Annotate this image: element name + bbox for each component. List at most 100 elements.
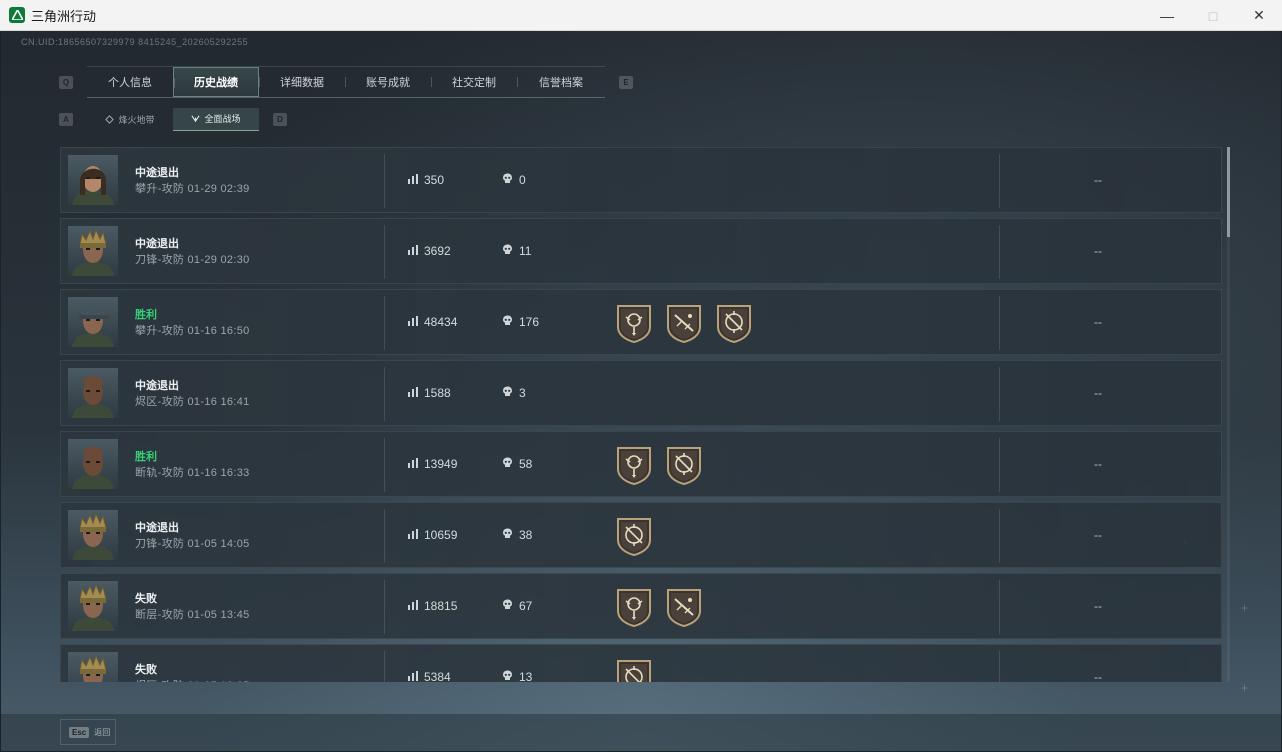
match-result: 中途退出 (135, 238, 179, 250)
window-titlebar: 三角洲行动 — □ ✕ (0, 0, 1282, 31)
eagle-medal-icon[interactable] (615, 303, 653, 348)
score-value: 18815 (424, 599, 458, 613)
match-history-list[interactable]: 中途退出 攀升-攻防 01-29 02:39 350 0 -- 中途退出 刀锋-攻防 01-… (60, 147, 1224, 682)
match-kills: 58 (502, 457, 532, 471)
score-icon (408, 173, 419, 187)
hazard-mode-icon (105, 114, 115, 124)
match-extra-value: -- (1094, 244, 1102, 258)
kills-value: 0 (519, 173, 526, 187)
maximize-button[interactable]: □ (1190, 0, 1236, 31)
match-kills: 38 (502, 528, 532, 542)
score-value: 48434 (424, 315, 458, 329)
row-divider (999, 580, 1000, 634)
tab-match-history[interactable]: 历史战绩 (173, 67, 259, 97)
row-divider (999, 225, 1000, 279)
match-result: 失败 (135, 664, 157, 676)
window-title: 三角洲行动 (31, 8, 97, 24)
skull-icon (502, 244, 513, 258)
match-score: 5384 (408, 670, 451, 682)
rifle-medal-icon[interactable] (665, 587, 703, 632)
match-row[interactable]: 失败 断层-攻防 01-05 13:45 18815 67 -- (60, 573, 1222, 639)
crosshair-medal-icon[interactable] (715, 303, 753, 348)
score-value: 5384 (424, 670, 451, 682)
plus-decoration-icon: + (1241, 681, 1249, 695)
row-divider (384, 154, 385, 208)
kills-value: 13 (519, 670, 533, 682)
match-result: 胜利 (135, 309, 157, 321)
mode-tab-bar: A 烽火地带 全面战场 D (59, 107, 287, 131)
tab-hazard-ops-label: 烽火地带 (118, 114, 155, 125)
tab-warfare[interactable]: 全面战场 (173, 107, 259, 131)
crosshair-medal-icon[interactable] (615, 516, 653, 561)
back-button[interactable]: Esc 返回 (60, 719, 116, 745)
tab-reputation[interactable]: 信誉档案 (517, 67, 605, 97)
match-extra-value: -- (1094, 315, 1102, 329)
row-divider (999, 367, 1000, 421)
match-extra-value: -- (1094, 528, 1102, 542)
match-row[interactable]: 中途退出 刀锋-攻防 01-29 02:30 3692 11 -- (60, 218, 1222, 284)
crosshair-medal-icon[interactable] (665, 445, 703, 490)
score-value: 13949 (424, 457, 458, 471)
kills-value: 3 (519, 386, 526, 400)
match-score: 3692 (408, 244, 451, 258)
user-uid: CN.UID:18656507329979 8415245_2026052922… (21, 37, 249, 47)
operator-avatar (68, 226, 118, 276)
match-extra-value: -- (1094, 173, 1102, 187)
row-divider (999, 438, 1000, 492)
match-medals (615, 445, 703, 490)
skull-icon (502, 457, 513, 471)
minimize-button[interactable]: — (1144, 0, 1190, 31)
match-row[interactable]: 中途退出 刀锋-攻防 01-05 14:05 10659 38 -- (60, 502, 1222, 568)
tab-warfare-label: 全面战场 (204, 114, 241, 124)
match-row[interactable]: 失败烬区-攻防 01-05 13:25 5384 13 -- (60, 644, 1222, 682)
score-icon (408, 457, 419, 471)
match-medals (615, 658, 653, 682)
score-icon (408, 315, 419, 329)
skull-icon (502, 670, 513, 682)
match-row[interactable]: 胜利 断轨-攻防 01-16 16:33 13949 58 -- (60, 431, 1222, 497)
match-medals (615, 303, 753, 348)
tab-detailed-data[interactable]: 详细数据 (259, 67, 345, 97)
row-divider (384, 225, 385, 279)
row-divider (999, 509, 1000, 563)
match-extra-value: -- (1094, 670, 1102, 682)
match-row[interactable]: 中途退出 烬区-攻防 01-16 16:41 1588 3 -- (60, 360, 1222, 426)
rifle-medal-icon[interactable] (665, 303, 703, 348)
match-kills: 3 (502, 386, 526, 400)
operator-avatar (68, 510, 118, 560)
tab-social[interactable]: 社交定制 (431, 67, 517, 97)
row-divider (384, 580, 385, 634)
score-value: 3692 (424, 244, 451, 258)
bottom-bar (1, 714, 1281, 751)
tab-personal-info[interactable]: 个人信息 (87, 67, 173, 97)
key-hint-e: E (619, 75, 633, 89)
match-row[interactable]: 胜利 攀升-攻防 01-16 16:50 48434 176 -- (60, 289, 1222, 355)
eagle-medal-icon[interactable] (615, 445, 653, 490)
match-map-time: 断层-攻防 01-05 13:45 (135, 609, 250, 621)
match-map-time: 断轨-攻防 01-16 16:33 (135, 467, 250, 479)
list-scrollbar[interactable] (1227, 147, 1230, 682)
match-score: 350 (408, 173, 444, 187)
match-kills: 11 (502, 244, 531, 258)
match-map-time: 烬区-攻防 01-05 13:25 (135, 677, 250, 682)
row-divider (384, 438, 385, 492)
row-divider (384, 367, 385, 421)
kills-value: 11 (519, 244, 532, 258)
tab-achievements[interactable]: 账号成就 (345, 67, 431, 97)
operator-avatar (68, 652, 118, 682)
warfare-mode-icon (191, 115, 201, 123)
eagle-medal-icon[interactable] (615, 587, 653, 632)
close-button[interactable]: ✕ (1236, 0, 1282, 31)
tab-hazard-ops[interactable]: 烽火地带 (87, 108, 173, 131)
match-extra-value: -- (1094, 386, 1102, 400)
match-row[interactable]: 中途退出 攀升-攻防 01-29 02:39 350 0 -- (60, 147, 1222, 213)
key-hint-d: D (273, 112, 287, 126)
crosshair-medal-icon[interactable] (615, 658, 653, 682)
score-value: 1588 (424, 386, 451, 400)
kills-value: 176 (519, 315, 540, 329)
kills-value: 38 (519, 528, 533, 542)
match-medals (615, 516, 653, 561)
skull-icon (502, 173, 513, 187)
key-hint-q: Q (59, 75, 73, 89)
scrollbar-thumb[interactable] (1227, 147, 1230, 237)
